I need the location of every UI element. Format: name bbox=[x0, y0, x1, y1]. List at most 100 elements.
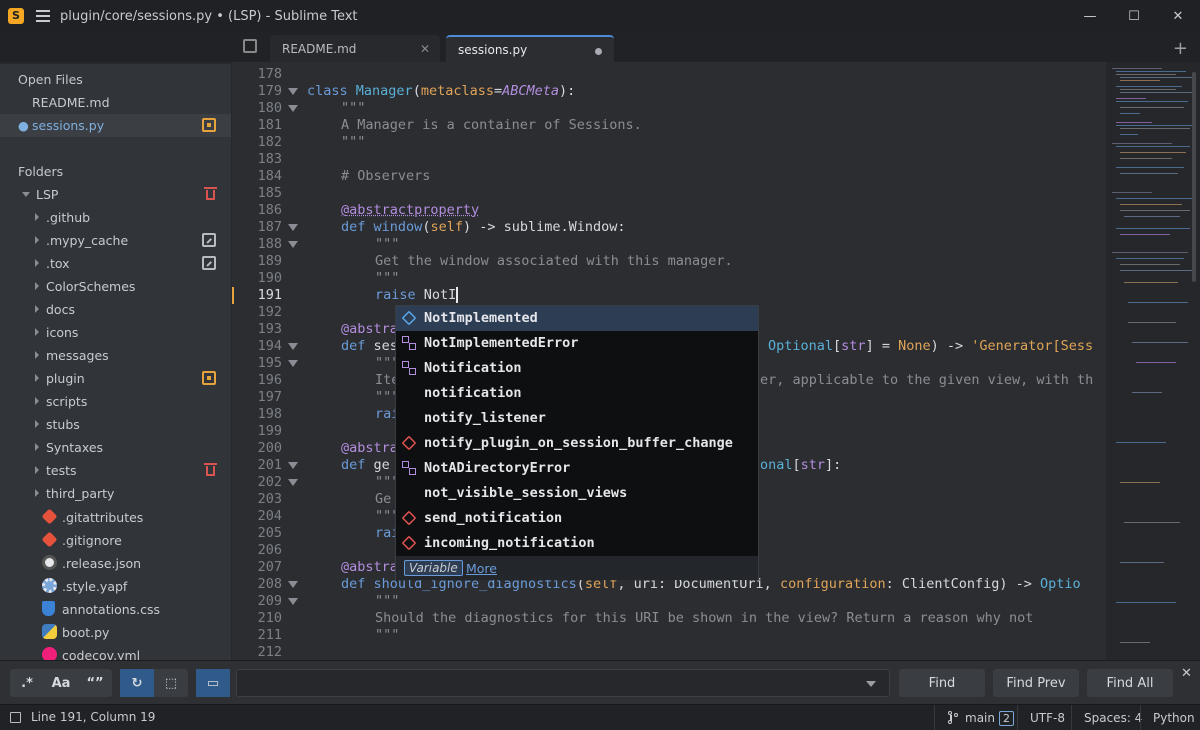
fold-arrow-icon[interactable] bbox=[288, 88, 298, 95]
chevron-right-icon[interactable] bbox=[35, 443, 39, 451]
fold-arrow-icon[interactable] bbox=[288, 105, 298, 112]
highlight-matches-toggle[interactable]: ▭ bbox=[196, 669, 230, 697]
fold-arrow-icon[interactable] bbox=[288, 343, 298, 350]
completion-item[interactable]: NotADirectoryError bbox=[396, 456, 758, 481]
line-number: 202 bbox=[232, 474, 292, 491]
whole-word-toggle[interactable]: “” bbox=[78, 669, 112, 697]
tab-close-icon[interactable]: ✕ bbox=[420, 42, 430, 56]
completion-item[interactable]: NotImplemented bbox=[396, 306, 758, 331]
folder-lsp[interactable]: LSP bbox=[0, 183, 231, 206]
fold-arrow-icon[interactable] bbox=[288, 581, 298, 588]
file-item[interactable]: boot.py bbox=[0, 621, 231, 644]
file-item[interactable]: .release.json bbox=[0, 552, 231, 575]
toggle-sidebar-icon[interactable] bbox=[243, 39, 257, 53]
file-label: annotations.css bbox=[62, 602, 160, 617]
folder-item[interactable]: messages bbox=[0, 344, 231, 367]
chevron-right-icon[interactable] bbox=[35, 259, 39, 267]
folder-label: scripts bbox=[46, 394, 87, 409]
line-number: 178 bbox=[232, 66, 292, 83]
syntax-status[interactable]: Python bbox=[1140, 705, 1200, 730]
regex-toggle[interactable]: .* bbox=[10, 669, 44, 697]
completion-item[interactable]: Notification bbox=[396, 356, 758, 381]
chevron-right-icon[interactable] bbox=[35, 374, 39, 382]
open-file-readme[interactable]: README.md bbox=[0, 91, 231, 114]
code-line: Ge bbox=[375, 491, 391, 508]
minimap[interactable] bbox=[1106, 62, 1200, 660]
folder-item[interactable]: scripts bbox=[0, 390, 231, 413]
folder-item[interactable]: docs bbox=[0, 298, 231, 321]
fold-arrow-icon[interactable] bbox=[288, 479, 298, 486]
chevron-right-icon[interactable] bbox=[35, 282, 39, 290]
chevron-right-icon[interactable] bbox=[35, 397, 39, 405]
chevron-down-icon[interactable] bbox=[22, 192, 30, 197]
close-find-icon[interactable]: ✕ bbox=[1181, 666, 1192, 681]
file-item[interactable]: annotations.css bbox=[0, 598, 231, 621]
scrollbar-thumb[interactable] bbox=[1192, 72, 1196, 282]
completion-item[interactable]: notification bbox=[396, 381, 758, 406]
file-item[interactable]: .gitignore bbox=[0, 529, 231, 552]
find-prev-button[interactable]: Find Prev bbox=[993, 669, 1079, 697]
fold-arrow-icon[interactable] bbox=[288, 224, 298, 231]
folder-item[interactable]: stubs bbox=[0, 413, 231, 436]
find-button[interactable]: Find bbox=[899, 669, 985, 697]
line-number: 211 bbox=[232, 627, 292, 644]
line-number: 184 bbox=[232, 168, 292, 185]
open-file-sessions[interactable]: ● sessions.py bbox=[0, 114, 231, 137]
folder-item[interactable]: .tox bbox=[0, 252, 231, 275]
fold-arrow-icon[interactable] bbox=[288, 462, 298, 469]
completion-item[interactable]: not_visible_session_views bbox=[396, 481, 758, 506]
completion-item[interactable]: NotImplementedError bbox=[396, 331, 758, 356]
folder-item[interactable]: .github bbox=[0, 206, 231, 229]
find-history-dropdown-icon[interactable] bbox=[866, 681, 876, 687]
css-icon bbox=[42, 601, 55, 616]
find-field[interactable] bbox=[236, 669, 890, 697]
chevron-right-icon[interactable] bbox=[35, 305, 39, 313]
in-selection-toggle[interactable]: ⬚ bbox=[154, 669, 188, 697]
tab-readme[interactable]: README.md ✕ bbox=[270, 35, 440, 63]
line-number: 201 bbox=[232, 457, 292, 474]
folder-item[interactable]: Syntaxes bbox=[0, 436, 231, 459]
wrap-toggle[interactable]: ↻ bbox=[120, 669, 154, 697]
file-item[interactable]: .gitattributes bbox=[0, 506, 231, 529]
chevron-right-icon[interactable] bbox=[35, 328, 39, 336]
folder-item[interactable]: icons bbox=[0, 321, 231, 344]
git-branch-status[interactable]: main 2 bbox=[934, 705, 1026, 730]
chevron-right-icon[interactable] bbox=[35, 466, 39, 474]
folder-item[interactable]: ColorSchemes bbox=[0, 275, 231, 298]
folder-label: icons bbox=[46, 325, 78, 340]
folder-item[interactable]: tests bbox=[0, 459, 231, 482]
case-sensitive-toggle[interactable]: Aa bbox=[44, 669, 78, 697]
find-input[interactable] bbox=[237, 670, 889, 696]
fold-arrow-icon[interactable] bbox=[288, 360, 298, 367]
chevron-right-icon[interactable] bbox=[35, 420, 39, 428]
class-icon bbox=[402, 336, 416, 350]
encoding-status[interactable]: UTF-8 bbox=[1017, 705, 1077, 730]
line-number: 208 bbox=[232, 576, 292, 593]
chevron-right-icon[interactable] bbox=[35, 351, 39, 359]
tab-sessions[interactable]: sessions.py bbox=[446, 35, 614, 63]
fold-arrow-icon[interactable] bbox=[288, 598, 298, 605]
chevron-right-icon[interactable] bbox=[35, 213, 39, 221]
panel-toggle-icon[interactable] bbox=[10, 712, 21, 723]
completion-item[interactable]: notify_plugin_on_session_buffer_change bbox=[396, 431, 758, 456]
new-tab-icon[interactable]: + bbox=[1173, 38, 1188, 59]
maximize-button[interactable]: ☐ bbox=[1112, 0, 1156, 32]
more-link[interactable]: More bbox=[466, 561, 497, 576]
chevron-right-icon[interactable] bbox=[35, 236, 39, 244]
find-all-button[interactable]: Find All bbox=[1087, 669, 1173, 697]
folder-item[interactable]: third_party bbox=[0, 482, 231, 505]
file-item[interactable]: .style.yapf bbox=[0, 575, 231, 598]
hamburger-menu-icon[interactable] bbox=[36, 10, 50, 22]
minimize-button[interactable]: — bbox=[1068, 0, 1112, 32]
method-icon bbox=[402, 511, 417, 526]
fold-arrow-icon[interactable] bbox=[288, 241, 298, 248]
chevron-right-icon[interactable] bbox=[35, 489, 39, 497]
folder-item[interactable]: .mypy_cache bbox=[0, 229, 231, 252]
completion-item[interactable]: notify_listener bbox=[396, 406, 758, 431]
completion-item[interactable]: send_notification bbox=[396, 506, 758, 531]
line-number: 205 bbox=[232, 525, 292, 542]
completion-item[interactable]: incoming_notification bbox=[396, 531, 758, 556]
folder-item[interactable]: plugin bbox=[0, 367, 231, 390]
unsaved-dot-icon[interactable] bbox=[595, 48, 602, 55]
close-window-button[interactable]: ✕ bbox=[1156, 0, 1200, 32]
